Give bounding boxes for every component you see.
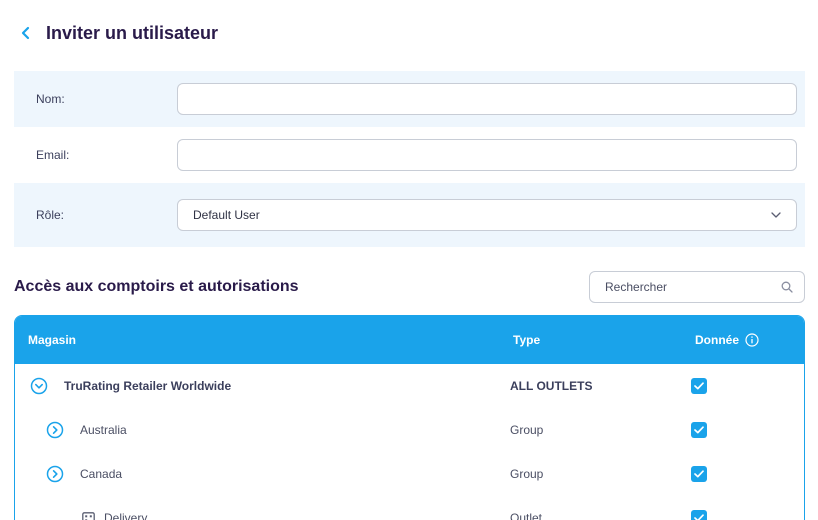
data-checkbox[interactable] — [691, 466, 707, 482]
role-select-value: Default User — [193, 208, 260, 222]
data-checkbox[interactable] — [691, 422, 707, 438]
info-icon[interactable] — [745, 333, 759, 347]
name-row: Nom: — [14, 71, 805, 127]
email-row: Email: — [14, 127, 805, 183]
row-name: Canada — [80, 467, 123, 481]
table-row[interactable]: Delivery Outlet — [15, 496, 804, 520]
search-box — [589, 271, 805, 303]
row-type: Outlet — [510, 511, 543, 520]
column-header-data[interactable]: Donnée — [695, 316, 759, 364]
role-row: Rôle: Default User — [14, 183, 805, 247]
row-name: TruRating Retailer Worldwide — [64, 379, 232, 393]
expand-icon[interactable] — [46, 465, 64, 483]
table-row[interactable]: Australia Group — [15, 408, 804, 452]
page-header: Inviter un utilisateur — [14, 20, 218, 46]
row-name: Australia — [80, 423, 127, 437]
table-row[interactable]: Canada Group — [15, 452, 804, 496]
access-table: Magasin Type Donnée TruRating Retailer W… — [14, 315, 805, 520]
store-icon — [81, 511, 95, 520]
row-type: Group — [510, 467, 544, 481]
email-label: Email: — [36, 148, 70, 162]
column-header-data-label: Donnée — [695, 333, 740, 347]
role-select[interactable]: Default User — [177, 199, 797, 231]
role-label: Rôle: — [36, 208, 65, 222]
search-input[interactable] — [605, 280, 780, 294]
row-type: ALL OUTLETS — [510, 379, 593, 393]
search-icon[interactable] — [780, 280, 794, 294]
back-arrow-icon[interactable] — [14, 21, 38, 45]
chevron-down-icon — [771, 210, 781, 220]
name-field[interactable] — [177, 83, 797, 115]
table-row[interactable]: TruRating Retailer Worldwide ALL OUTLETS — [15, 364, 804, 408]
row-name: Delivery — [104, 511, 148, 520]
name-label: Nom: — [36, 92, 65, 106]
expand-icon[interactable] — [46, 421, 64, 439]
column-header-store[interactable]: Magasin — [28, 316, 76, 364]
collapse-icon[interactable] — [30, 377, 48, 395]
row-type: Group — [510, 423, 544, 437]
table-header: Magasin Type Donnée — [15, 316, 804, 364]
data-checkbox[interactable] — [691, 510, 707, 520]
page-title: Inviter un utilisateur — [46, 22, 219, 43]
column-header-type[interactable]: Type — [513, 316, 540, 364]
access-section-title: Accès aux comptoirs et autorisations — [14, 278, 299, 295]
data-checkbox[interactable] — [691, 378, 707, 394]
email-field[interactable] — [177, 139, 797, 171]
invite-form: Nom: Email: Rôle: Default User — [14, 71, 805, 247]
